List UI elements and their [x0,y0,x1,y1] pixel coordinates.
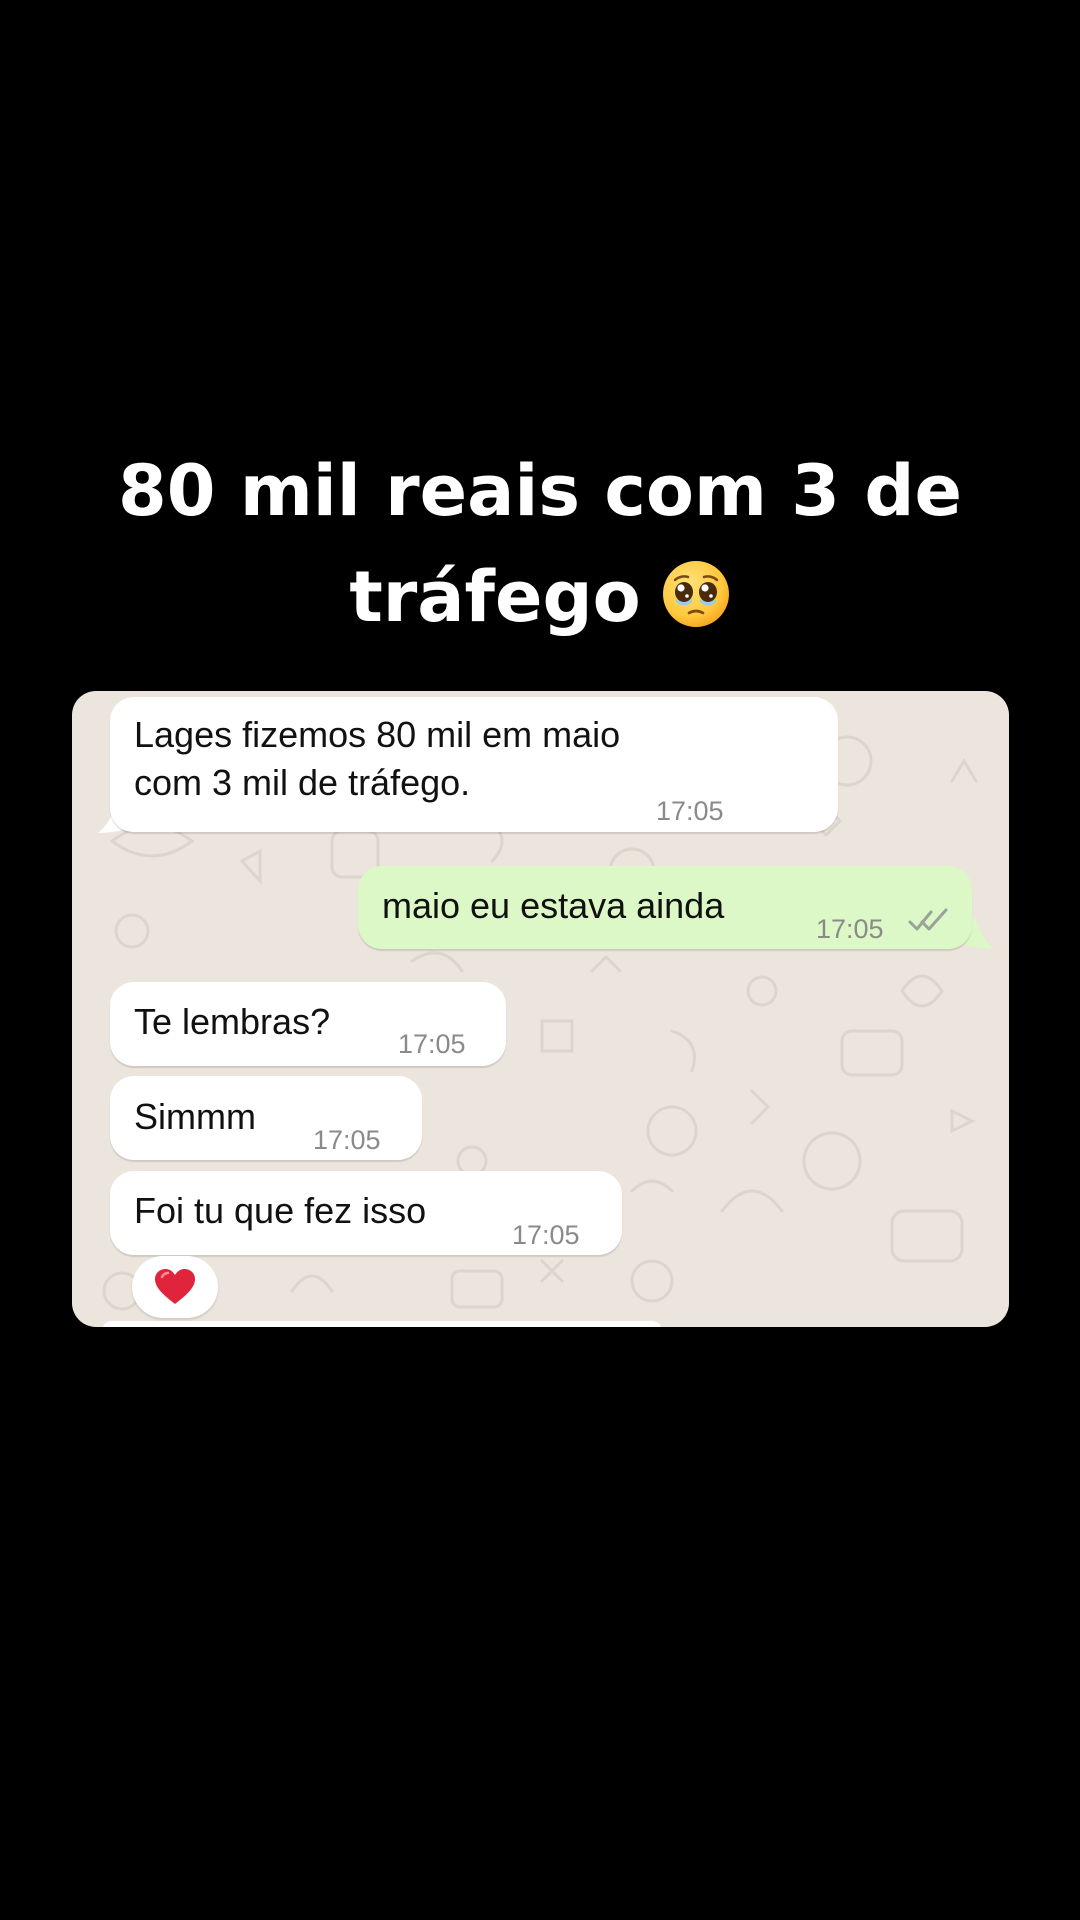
message-text: Te lembras? [134,1001,331,1042]
headline-line-2-text: tráfego [349,556,641,638]
message-text: Foi tu que fez isso [134,1190,427,1231]
message-bubble-outgoing[interactable]: maio eu estava ainda 17:05 [358,866,972,949]
chat-screenshot: Lages fizemos 80 mil em maio com 3 mil d… [72,691,1009,1327]
message-text: maio eu estava ainda [382,885,725,926]
message-text-line-1: Lages fizemos 80 mil em maio [134,714,621,755]
message-timestamp: 17:05 [816,914,884,944]
message-text: Simmm [134,1096,256,1137]
message-text-line-2: com 3 mil de tráfego. [134,762,471,803]
message-bubble-incoming[interactable]: Lages fizemos 80 mil em maio com 3 mil d… [110,697,838,832]
next-message-bubble-peek [102,1321,662,1327]
headline-line-2: tráfego [40,544,1040,650]
pleading-face-emoji-icon [662,561,729,627]
message-bubble-incoming[interactable]: Foi tu que fez isso 17:05 [110,1171,622,1255]
message-timestamp: 17:05 [313,1125,381,1155]
red-heart-emoji-icon [155,1269,195,1304]
message-timestamp: 17:05 [398,1029,466,1059]
message-timestamp: 17:05 [656,796,724,826]
message-bubble-incoming[interactable]: Simmm 17:05 [110,1076,422,1160]
story-headline: 80 mil reais com 3 de tráfego [40,438,1040,650]
message-timestamp: 17:05 [512,1220,580,1250]
headline-line-1: 80 mil reais com 3 de [118,450,962,532]
message-bubble-incoming[interactable]: Te lembras? 17:05 [110,982,506,1066]
message-reaction[interactable] [132,1256,218,1318]
read-double-check-icon [908,908,948,931]
